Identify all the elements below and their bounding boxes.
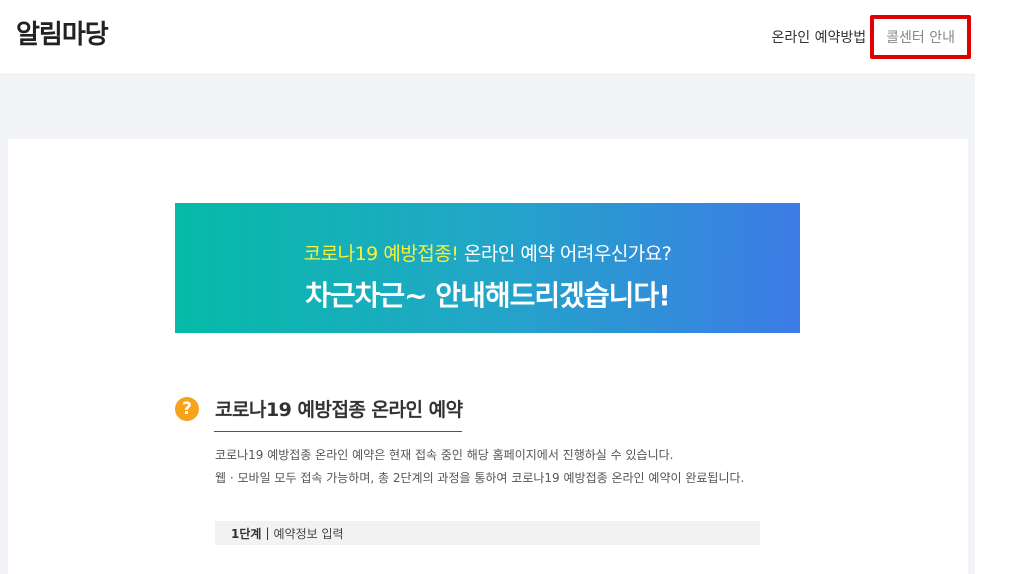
banner-highlight: 코로나19 예방접종! [303, 243, 459, 265]
banner-line1-rest: 온라인 예약 어려우신가요? [458, 243, 672, 265]
section-description: 코로나19 예방접종 온라인 예약은 현재 접속 중인 해당 홈페이지에서 진행… [215, 444, 744, 490]
banner-line2: 차근차근~ 안내해드리겠습니다! [305, 279, 671, 312]
nav-item-call-center[interactable]: 콜센터 안내 [870, 15, 971, 59]
nav-item-online-reservation[interactable]: 온라인 예약방법 [768, 27, 871, 47]
site-header: 알림마당 온라인 예약방법 콜센터 안내 [0, 0, 975, 75]
top-nav: 온라인 예약방법 콜센터 안내 [768, 15, 975, 59]
step-1-box: 1단계 | 예약정보 입력 [215, 521, 760, 545]
step-label: 예약정보 입력 [273, 526, 344, 541]
section-title: 코로나19 예방접종 온라인 예약 [215, 399, 463, 421]
section-divider [214, 431, 462, 432]
step-separator: | [265, 526, 270, 540]
description-line-2: 웹 · 모바일 모두 접속 가능하며, 총 2단계의 과정을 통하여 코로나19… [215, 471, 745, 485]
guide-banner: 코로나19 예방접종! 온라인 예약 어려우신가요? 차근차근~ 안내해드리겠습… [175, 203, 800, 333]
question-icon: ? [175, 396, 199, 421]
banner-line1: 코로나19 예방접종! 온라인 예약 어려우신가요? [175, 239, 800, 266]
section-header: ? 코로나19 예방접종 온라인 예약 [175, 395, 463, 422]
site-logo[interactable]: 알림마당 [16, 14, 109, 51]
description-line-1: 코로나19 예방접종 온라인 예약은 현재 접속 중인 해당 홈페이지에서 진행… [215, 448, 674, 462]
step-number: 1단계 [231, 526, 262, 541]
